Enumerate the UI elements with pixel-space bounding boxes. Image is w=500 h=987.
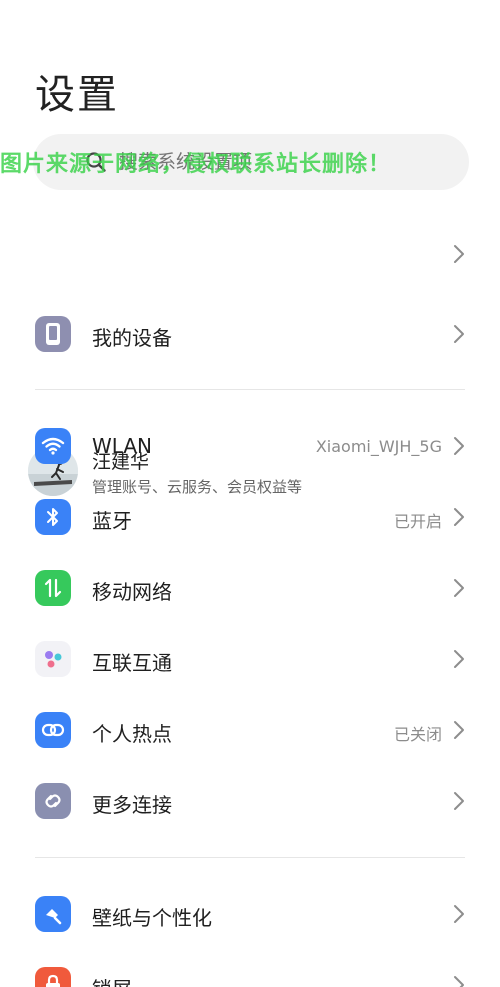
page-title: 设置 — [35, 72, 119, 118]
chevron-right-icon — [454, 579, 464, 597]
chevron-right-icon — [454, 437, 464, 455]
setting-label-wlan: WLAN — [92, 434, 153, 458]
setting-label-wallpaper: 壁纸与个性化 — [92, 906, 212, 930]
chevron-right-icon — [454, 650, 464, 668]
setting-row-hotspot[interactable]: 个人热点 已关闭 — [0, 700, 500, 760]
setting-label-mobile-network: 移动网络 — [92, 580, 172, 604]
divider — [35, 389, 465, 390]
setting-row-bluetooth[interactable]: 蓝牙 已开启 — [0, 487, 500, 547]
hotspot-icon — [35, 712, 71, 748]
setting-row-mobile-network[interactable]: 移动网络 — [0, 558, 500, 618]
link-icon — [35, 783, 71, 819]
setting-label-interconnect: 互联互通 — [92, 651, 172, 675]
setting-row-wlan[interactable]: WLAN Xiaomi_WJH_5G — [0, 416, 500, 476]
chevron-right-icon — [454, 245, 464, 263]
setting-label-bluetooth: 蓝牙 — [92, 509, 132, 533]
my-device-label: 我的设备 — [92, 326, 172, 350]
setting-row-wallpaper[interactable]: 壁纸与个性化 — [0, 884, 500, 944]
my-device-row[interactable]: 我的设备 — [0, 304, 500, 364]
lock-icon — [35, 967, 71, 987]
setting-label-hotspot: 个人热点 — [92, 722, 172, 746]
setting-value-hotspot: 已关闭 — [393, 725, 442, 744]
setting-row-more-connections[interactable]: 更多连接 — [0, 771, 500, 831]
account-row[interactable]: 汪建华 管理账号、云服务、会员权益等 — [0, 218, 500, 496]
setting-label-lockscreen: 锁屏 — [92, 973, 132, 987]
chevron-right-icon — [454, 976, 464, 987]
chevron-right-icon — [454, 905, 464, 923]
chevron-right-icon — [454, 792, 464, 810]
chevron-right-icon — [454, 721, 464, 739]
mobile-data-icon — [35, 570, 71, 606]
wallpaper-icon — [35, 896, 71, 932]
setting-row-lockscreen[interactable]: 锁屏 — [0, 955, 500, 987]
setting-label-more-connections: 更多连接 — [92, 793, 172, 817]
setting-row-interconnect[interactable]: 互联互通 — [0, 629, 500, 689]
search-bar[interactable] — [33, 134, 469, 190]
search-input[interactable] — [119, 134, 419, 190]
interconnect-icon — [35, 641, 71, 677]
chevron-right-icon — [454, 325, 464, 343]
phone-icon — [35, 316, 71, 352]
search-icon — [86, 152, 106, 172]
chevron-right-icon — [454, 508, 464, 526]
setting-value-bluetooth: 已开启 — [393, 512, 442, 531]
setting-value-wlan: Xiaomi_WJH_5G — [315, 437, 442, 456]
divider — [35, 857, 465, 858]
wifi-icon — [35, 428, 71, 464]
bluetooth-icon — [35, 499, 71, 535]
